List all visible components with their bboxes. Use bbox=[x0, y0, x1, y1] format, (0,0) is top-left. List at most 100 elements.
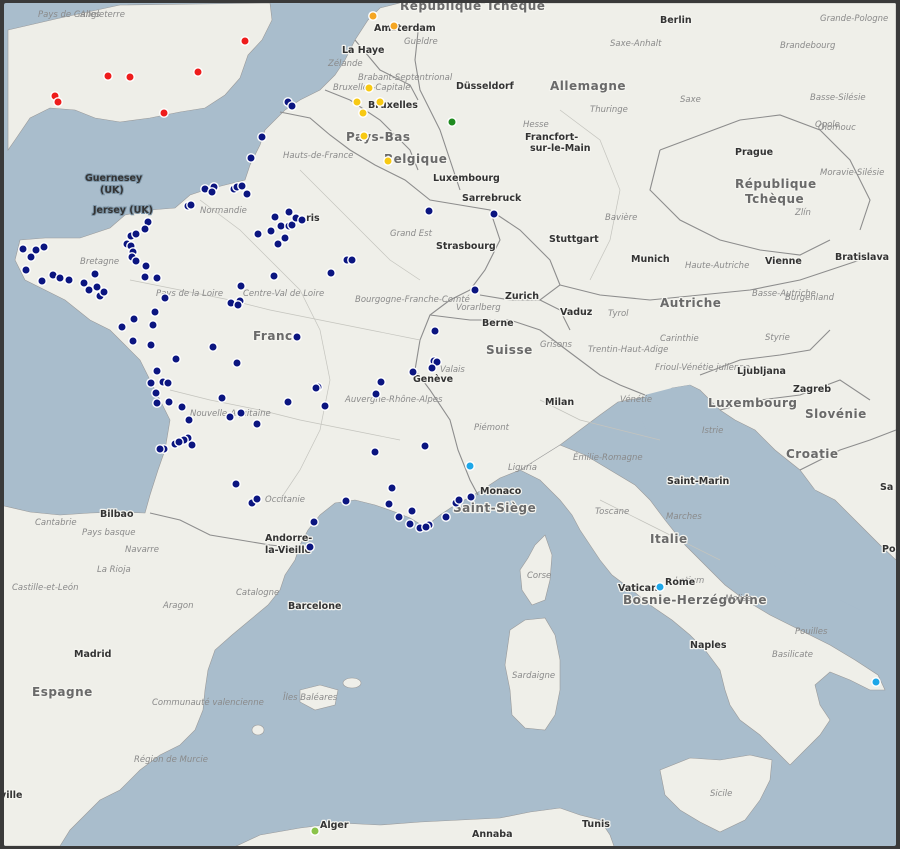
map-marker-navy[interactable] bbox=[273, 239, 283, 249]
map-marker-navy[interactable] bbox=[257, 132, 267, 142]
map-marker-navy[interactable] bbox=[320, 401, 330, 411]
map-marker-navy[interactable] bbox=[454, 495, 464, 505]
map-marker-navy[interactable] bbox=[141, 261, 151, 271]
map-marker-navy[interactable] bbox=[280, 233, 290, 243]
map-marker-navy[interactable] bbox=[252, 494, 262, 504]
map-marker-navy[interactable] bbox=[270, 212, 280, 222]
map-marker-navy[interactable] bbox=[84, 285, 94, 295]
map-marker-navy[interactable] bbox=[21, 265, 31, 275]
map-marker-navy[interactable] bbox=[387, 483, 397, 493]
map-marker-navy[interactable] bbox=[408, 367, 418, 377]
map-marker-navy[interactable] bbox=[148, 320, 158, 330]
map-marker-navy[interactable] bbox=[155, 444, 165, 454]
map-marker-navy[interactable] bbox=[489, 209, 499, 219]
map-marker-navy[interactable] bbox=[376, 377, 386, 387]
map-marker-navy[interactable] bbox=[246, 153, 256, 163]
map-marker-navy[interactable] bbox=[18, 244, 28, 254]
map-marker-navy[interactable] bbox=[171, 354, 181, 364]
map-marker-navy[interactable] bbox=[177, 402, 187, 412]
map-marker-navy[interactable] bbox=[242, 189, 252, 199]
map-marker-navy[interactable] bbox=[186, 200, 196, 210]
map-marker-navy[interactable] bbox=[163, 378, 173, 388]
map-marker-red[interactable] bbox=[193, 67, 203, 77]
map-marker-navy[interactable] bbox=[470, 285, 480, 295]
map-marker-navy[interactable] bbox=[152, 273, 162, 283]
map-marker-navy[interactable] bbox=[283, 397, 293, 407]
map-marker-yellow[interactable] bbox=[375, 97, 385, 107]
map-marker-navy[interactable] bbox=[140, 272, 150, 282]
map-marker-navy[interactable] bbox=[37, 276, 47, 286]
map-marker-navy[interactable] bbox=[394, 512, 404, 522]
map-canvas[interactable]: France Allemagne Suisse Italie Espagne A… bbox=[4, 3, 896, 846]
map-marker-navy[interactable] bbox=[164, 397, 174, 407]
map-marker-navy[interactable] bbox=[371, 389, 381, 399]
map-marker-navy[interactable] bbox=[207, 187, 217, 197]
map-marker-navy[interactable] bbox=[252, 419, 262, 429]
map-marker-navy[interactable] bbox=[117, 322, 127, 332]
map-marker-red[interactable] bbox=[240, 36, 250, 46]
map-marker-navy[interactable] bbox=[441, 512, 451, 522]
map-marker-red[interactable] bbox=[159, 108, 169, 118]
map-marker-red[interactable] bbox=[103, 71, 113, 81]
map-marker-navy[interactable] bbox=[421, 522, 431, 532]
map-marker-navy[interactable] bbox=[420, 441, 430, 451]
map-marker-navy[interactable] bbox=[253, 229, 263, 239]
map-marker-green[interactable] bbox=[447, 117, 457, 127]
map-marker-navy[interactable] bbox=[284, 207, 294, 217]
map-marker-navy[interactable] bbox=[174, 437, 184, 447]
map-marker-navy[interactable] bbox=[129, 314, 139, 324]
map-marker-navy[interactable] bbox=[233, 300, 243, 310]
map-marker-navy[interactable] bbox=[427, 363, 437, 373]
map-marker-navy[interactable] bbox=[64, 275, 74, 285]
map-marker-navy[interactable] bbox=[184, 415, 194, 425]
map-marker-navy[interactable] bbox=[231, 479, 241, 489]
map-marker-lime[interactable] bbox=[310, 826, 320, 836]
map-marker-navy[interactable] bbox=[90, 269, 100, 279]
map-marker-yellow[interactable] bbox=[358, 108, 368, 118]
map-marker-navy[interactable] bbox=[131, 229, 141, 239]
map-marker-navy[interactable] bbox=[208, 342, 218, 352]
map-marker-navy[interactable] bbox=[232, 358, 242, 368]
map-marker-navy[interactable] bbox=[405, 519, 415, 529]
map-marker-navy[interactable] bbox=[384, 499, 394, 509]
map-marker-navy[interactable] bbox=[305, 542, 315, 552]
map-marker-navy[interactable] bbox=[187, 440, 197, 450]
map-marker-navy[interactable] bbox=[99, 287, 109, 297]
map-view[interactable]: France Allemagne Suisse Italie Espagne A… bbox=[4, 3, 896, 846]
map-marker-navy[interactable] bbox=[287, 101, 297, 111]
map-marker-navy[interactable] bbox=[131, 256, 141, 266]
map-marker-navy[interactable] bbox=[292, 332, 302, 342]
map-marker-navy[interactable] bbox=[407, 506, 417, 516]
map-marker-navy[interactable] bbox=[326, 268, 336, 278]
map-marker-navy[interactable] bbox=[347, 255, 357, 265]
map-marker-navy[interactable] bbox=[430, 326, 440, 336]
map-marker-navy[interactable] bbox=[152, 366, 162, 376]
map-marker-navy[interactable] bbox=[146, 340, 156, 350]
map-marker-cyan[interactable] bbox=[871, 677, 881, 687]
map-marker-navy[interactable] bbox=[26, 252, 36, 262]
map-marker-yellow[interactable] bbox=[359, 131, 369, 141]
map-marker-navy[interactable] bbox=[370, 447, 380, 457]
map-marker-navy[interactable] bbox=[266, 226, 276, 236]
map-marker-navy[interactable] bbox=[151, 388, 161, 398]
map-marker-navy[interactable] bbox=[55, 273, 65, 283]
map-marker-navy[interactable] bbox=[466, 492, 476, 502]
map-marker-cyan[interactable] bbox=[465, 461, 475, 471]
map-marker-navy[interactable] bbox=[341, 496, 351, 506]
map-marker-navy[interactable] bbox=[128, 336, 138, 346]
map-marker-navy[interactable] bbox=[236, 408, 246, 418]
map-marker-navy[interactable] bbox=[150, 307, 160, 317]
map-marker-navy[interactable] bbox=[236, 281, 246, 291]
map-marker-red[interactable] bbox=[125, 72, 135, 82]
map-marker-cyan[interactable] bbox=[655, 582, 665, 592]
map-marker-navy[interactable] bbox=[309, 517, 319, 527]
map-marker-navy[interactable] bbox=[140, 224, 150, 234]
map-marker-orange[interactable] bbox=[389, 21, 399, 31]
map-marker-navy[interactable] bbox=[39, 242, 49, 252]
map-marker-navy[interactable] bbox=[311, 383, 321, 393]
map-marker-navy[interactable] bbox=[276, 221, 286, 231]
map-marker-yellow[interactable] bbox=[383, 156, 393, 166]
map-marker-yellow[interactable] bbox=[364, 83, 374, 93]
map-marker-navy[interactable] bbox=[225, 412, 235, 422]
map-marker-navy[interactable] bbox=[424, 206, 434, 216]
